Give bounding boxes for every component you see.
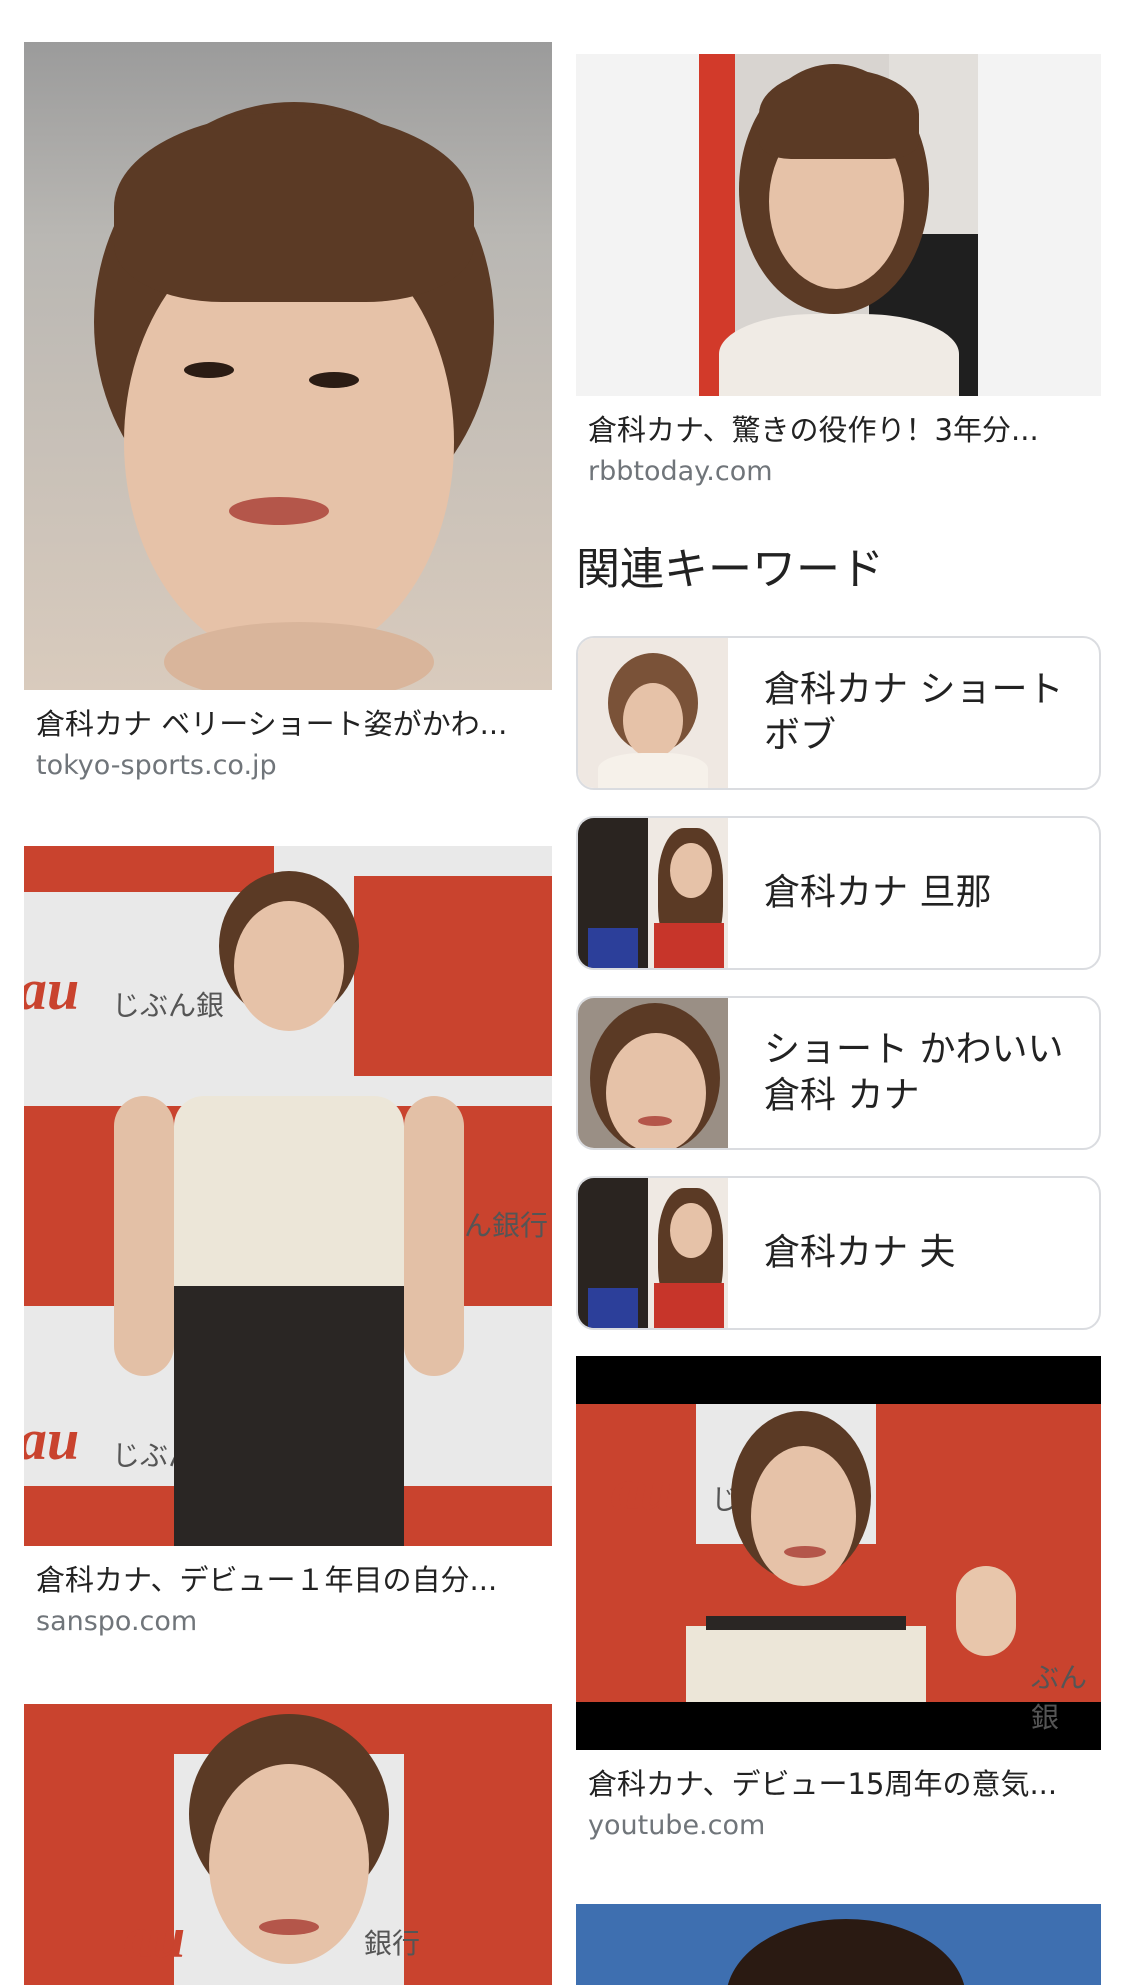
bank-text: ぶん銀 [1031, 1661, 1088, 1734]
result-source: youtube.com [588, 1810, 766, 1841]
result-image[interactable]: au じ ぶん銀 [576, 1356, 1101, 1750]
au-logo: au [124, 1905, 186, 1970]
result-image[interactable] [576, 54, 1101, 396]
image-result-card[interactable]: au 銀行 [24, 1704, 552, 1985]
keyword-thumbnail [578, 1178, 728, 1328]
keyword-label: 倉科カナ ショート ボブ [764, 669, 1064, 756]
result-title[interactable]: 倉科カナ、デビュー15周年の意気... [588, 1766, 1089, 1802]
keyword-label: ショート かわいい 倉科 カナ [764, 1029, 1064, 1116]
result-title[interactable]: 倉科カナ ベリーショート姿がかわ... [36, 706, 540, 742]
result-image[interactable] [576, 1904, 1101, 1985]
keyword-thumbnail [578, 998, 728, 1148]
keyword-label: 倉科カナ 夫 [764, 1232, 956, 1273]
result-title[interactable]: 倉科カナ、デビュー１年目の自分... [36, 1562, 540, 1598]
au-logo: au [24, 957, 80, 1022]
result-source: tokyo-sports.co.jp [36, 750, 277, 781]
image-result-card[interactable]: 倉科カナ ベリーショート姿がかわ... tokyo-sports.co.jp [24, 42, 552, 800]
keyword-thumbnail [578, 638, 728, 788]
keyword-thumbnail [578, 818, 728, 968]
image-result-card[interactable]: au じ ぶん銀 倉科カナ、デビュー15周年の意気... youtube.com [576, 1356, 1101, 1856]
related-keyword-chip[interactable]: 倉科カナ 旦那 [576, 816, 1101, 970]
related-keywords-heading: 関連キーワード [576, 544, 884, 595]
bank-text: じぶん銀 [112, 989, 225, 1022]
bank-text: ん銀行 [464, 1209, 549, 1242]
bank-text: 銀行 [364, 1927, 421, 1960]
keyword-label: 倉科カナ 旦那 [764, 872, 992, 913]
result-source: sanspo.com [36, 1606, 198, 1637]
au-logo: au [611, 1457, 673, 1522]
result-source: rbbtoday.com [588, 456, 773, 487]
au-logo: au [24, 1407, 80, 1472]
related-keyword-chip[interactable]: 倉科カナ ショート ボブ [576, 636, 1101, 790]
image-result-card[interactable] [576, 1904, 1101, 1985]
image-result-card[interactable]: 倉科カナ、驚きの役作り！3年分... rbbtoday.com [576, 54, 1101, 494]
result-image[interactable]: au じぶん銀 ん銀行 au じぶん [24, 846, 552, 1546]
result-title[interactable]: 倉科カナ、驚きの役作り！3年分... [588, 412, 1089, 448]
image-result-card[interactable]: au じぶん銀 ん銀行 au じぶん 倉科カナ、デビュー１年目の自分... sa… [24, 846, 552, 1646]
related-keyword-chip[interactable]: ショート かわいい 倉科 カナ [576, 996, 1101, 1150]
result-image[interactable] [24, 42, 552, 690]
related-keyword-chip[interactable]: 倉科カナ 夫 [576, 1176, 1101, 1330]
result-image[interactable]: au 銀行 [24, 1704, 552, 1985]
